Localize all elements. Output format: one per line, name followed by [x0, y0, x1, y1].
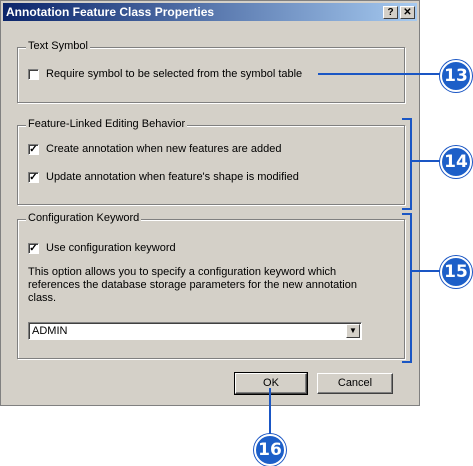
- require-symbol-option[interactable]: Require symbol to be selected from the s…: [28, 68, 302, 80]
- cancel-button[interactable]: Cancel: [317, 373, 393, 394]
- require-symbol-label: Require symbol to be selected from the s…: [46, 68, 303, 80]
- callout-14-bracket: [402, 118, 412, 210]
- ok-button[interactable]: OK: [234, 372, 308, 395]
- config-keyword-group: Configuration Keyword ✓ Use configuratio…: [17, 212, 405, 359]
- require-symbol-checkbox[interactable]: [28, 68, 39, 80]
- properties-dialog: Annotation Feature Class Properties ? ✕ …: [0, 0, 420, 406]
- callout-16-leader: [269, 388, 271, 436]
- callout-15-leader: [410, 270, 442, 272]
- callout-16-badge: 16: [254, 434, 286, 466]
- create-annotation-checkbox[interactable]: ✓: [28, 143, 39, 155]
- callout-13-leader: [318, 73, 442, 75]
- update-annotation-checkbox[interactable]: ✓: [28, 171, 39, 183]
- callout-15-bracket: [402, 213, 412, 363]
- chevron-down-icon[interactable]: ▼: [346, 324, 360, 338]
- callout-13-badge: 13: [440, 60, 472, 92]
- text-symbol-legend: Text Symbol: [26, 40, 90, 52]
- config-keyword-value: ADMIN: [32, 325, 68, 337]
- config-keyword-dropdown[interactable]: ADMIN ▼: [28, 322, 362, 340]
- create-annotation-label: Create annotation when new features are …: [46, 143, 282, 155]
- create-annotation-option[interactable]: ✓ Create annotation when new features ar…: [28, 143, 281, 155]
- editing-behavior-group: Feature-Linked Editing Behavior ✓ Create…: [17, 118, 405, 205]
- text-symbol-group: Text Symbol Require symbol to be selecte…: [17, 40, 405, 103]
- callout-14-leader: [410, 160, 442, 162]
- callout-14-badge: 14: [440, 146, 472, 178]
- update-annotation-label: Update annotation when feature's shape i…: [46, 171, 299, 183]
- update-annotation-option[interactable]: ✓ Update annotation when feature's shape…: [28, 171, 299, 183]
- config-keyword-legend: Configuration Keyword: [26, 212, 142, 224]
- config-keyword-description: This option allows you to specify a conf…: [28, 266, 357, 304]
- callout-15-badge: 15: [440, 256, 472, 288]
- close-button[interactable]: ✕: [400, 5, 415, 19]
- use-config-keyword-label: Use configuration keyword: [46, 242, 176, 254]
- help-button[interactable]: ?: [383, 5, 398, 19]
- editing-behavior-legend: Feature-Linked Editing Behavior: [26, 118, 188, 130]
- title-bar[interactable]: Annotation Feature Class Properties ? ✕: [3, 3, 417, 21]
- use-config-keyword-option[interactable]: ✓ Use configuration keyword: [28, 242, 176, 254]
- use-config-keyword-checkbox[interactable]: ✓: [28, 242, 39, 254]
- dialog-title: Annotation Feature Class Properties: [6, 5, 215, 19]
